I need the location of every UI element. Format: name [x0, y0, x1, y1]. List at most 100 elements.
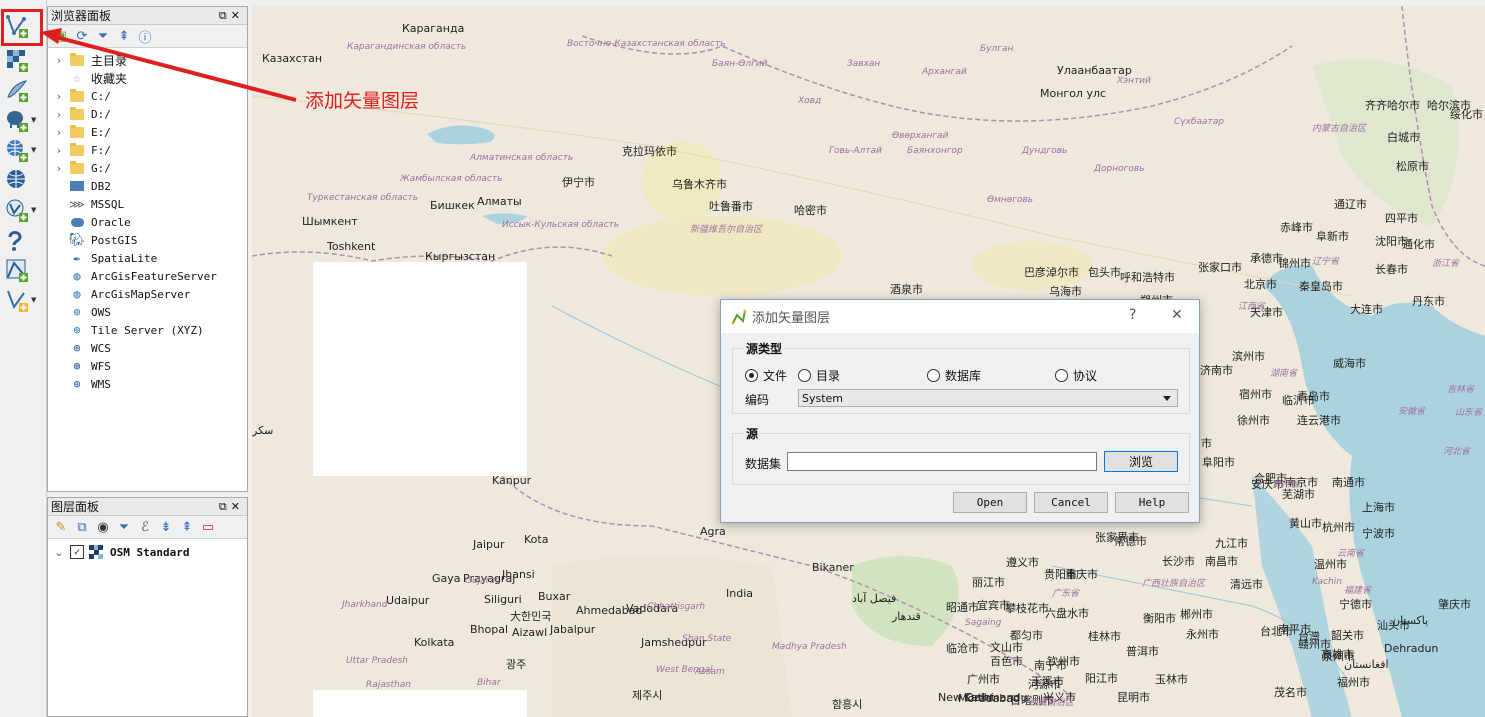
radio-directory[interactable]: 目录: [798, 367, 840, 384]
source-group: 源 数据集 浏览: [732, 425, 1190, 485]
map-label: 徐州市: [1237, 414, 1270, 427]
map-label: 肇庆市: [1438, 598, 1471, 611]
folder-icon: [70, 160, 84, 175]
browser-item[interactable]: › F:/: [48, 141, 247, 159]
add-wfs-icon[interactable]: ▼: [4, 196, 38, 224]
map-label: سکر: [252, 424, 274, 437]
map-label: 贵州省: [1272, 480, 1300, 490]
map-label: Завхан: [847, 59, 881, 69]
map-label: Иссык-Кульская область: [502, 220, 620, 230]
map-label: 丽江市: [972, 576, 1005, 589]
close-icon[interactable]: ✕: [1171, 307, 1183, 323]
browser-item[interactable]: Oracle: [48, 213, 247, 231]
map-label: 攀枝花市: [1005, 602, 1049, 615]
map-label: 云南省: [1337, 549, 1365, 559]
encoding-select[interactable]: System: [798, 389, 1178, 407]
map-label: 韶关市: [1331, 629, 1364, 642]
map-label: 连云港市: [1297, 414, 1341, 427]
radio-dot[interactable]: [745, 369, 758, 382]
map-label: India: [726, 587, 753, 600]
map-label: 함흥시: [832, 698, 863, 711]
expand-all-icon[interactable]: ⇟: [158, 519, 174, 535]
browser-item[interactable]: ⊕ OWS: [48, 303, 247, 321]
radio-protocol[interactable]: 协议: [1055, 367, 1097, 384]
dataset-input[interactable]: [787, 452, 1097, 471]
browser-item[interactable]: ◍ ArcGisFeatureServer: [48, 267, 247, 285]
map-label: 제주시: [632, 689, 663, 702]
new-layer-icon[interactable]: ▼: [4, 286, 38, 314]
browse-button[interactable]: 浏览: [1104, 451, 1178, 472]
browser-item[interactable]: 🐘︎ PostGIS: [48, 231, 247, 249]
ows-icon: ⊕: [73, 305, 81, 319]
float-panel-icon[interactable]: ⧉: [219, 500, 231, 513]
map-label: 浙江省: [1432, 259, 1460, 269]
browser-item[interactable]: ◍ ArcGisMapServer: [48, 285, 247, 303]
layer-checkbox[interactable]: ✓: [70, 545, 84, 559]
add-wcs-icon[interactable]: [4, 166, 38, 194]
map-label: Kota: [524, 533, 549, 546]
map-label: 宁德市: [1339, 598, 1372, 611]
map-label: 巴彦淖尔市: [1024, 266, 1079, 279]
radio-dot[interactable]: [927, 369, 940, 382]
chevron-right-icon[interactable]: ›: [48, 144, 70, 157]
remove-layer-icon[interactable]: ▭: [200, 519, 216, 535]
browser-item[interactable]: ⊕ Tile Server (XYZ): [48, 321, 247, 339]
layer-name: OSM Standard: [110, 545, 190, 559]
map-label: Jaipur: [473, 538, 505, 551]
browser-item[interactable]: ⊕ WMS: [48, 375, 247, 393]
map-label: Баян-Өлгий: [712, 59, 768, 69]
map-label: Siliguri: [484, 593, 522, 606]
browser-item[interactable]: DB2: [48, 177, 247, 195]
encoding-value: System: [802, 391, 844, 405]
map-label: پاکستان: [1392, 614, 1429, 627]
map-label: 临沧市: [946, 642, 979, 655]
radio-label: 目录: [816, 369, 841, 383]
cancel-button[interactable]: Cancel: [1034, 492, 1108, 513]
map-label: 大한민국: [510, 610, 552, 623]
map-label: Jabalpur: [550, 623, 596, 636]
map-label: 福建省: [1344, 586, 1372, 596]
map-label: Хэнтий: [1117, 76, 1151, 86]
collapse-all-icon[interactable]: ⇞: [179, 519, 195, 535]
dialog-title: 添加矢量图层: [752, 311, 831, 326]
radio-dot[interactable]: [798, 369, 811, 382]
browser-item[interactable]: ⋙ MSSQL: [48, 195, 247, 213]
chevron-right-icon[interactable]: ›: [48, 126, 70, 139]
dropdown-arrow-icon[interactable]: [1163, 396, 1171, 401]
radio-file[interactable]: 文件: [745, 367, 787, 384]
browser-item[interactable]: ✒ SpatiaLite: [48, 249, 247, 267]
source-type-group: 源类型 文件 目录 数据库 协议 编码 System: [732, 340, 1190, 414]
add-virtual-layer-icon[interactable]: [4, 226, 38, 254]
visibility-icon[interactable]: ◉: [95, 519, 111, 535]
map-label: 宁波市: [1362, 527, 1395, 540]
map-label: Chhattisgarh: [647, 602, 706, 612]
add-group-icon[interactable]: ⧉: [74, 519, 90, 535]
map-label: Баянхонгор: [907, 146, 963, 156]
filter-legend-icon[interactable]: ⏷: [116, 519, 132, 535]
open-button[interactable]: Open: [953, 492, 1027, 513]
map-label: 伊宁市: [562, 176, 595, 189]
close-panel-icon[interactable]: ✕: [231, 500, 244, 513]
help-icon[interactable]: ?: [1129, 307, 1136, 323]
browser-item[interactable]: › G:/: [48, 159, 247, 177]
expression-filter-icon[interactable]: ℰ: [137, 519, 153, 535]
add-mesh-icon[interactable]: [4, 256, 38, 284]
map-label: 山东省: [1455, 408, 1483, 418]
style-icon[interactable]: ✎: [53, 519, 69, 535]
radio-dot[interactable]: [1055, 369, 1068, 382]
chevron-down-icon[interactable]: ⌄: [48, 546, 70, 559]
browser-item[interactable]: ⊕ WCS: [48, 339, 247, 357]
layer-row[interactable]: ⌄ ✓ OSM Standard: [48, 543, 247, 561]
map-label: 贵阳市: [1044, 568, 1077, 581]
map-label: Говь-Алтай: [829, 146, 882, 156]
layers-panel-header: 图层面板 ⧉✕: [48, 498, 247, 516]
browser-item[interactable]: ⊛ WFS: [48, 357, 247, 375]
chevron-right-icon[interactable]: ›: [48, 162, 70, 175]
browser-item[interactable]: › E:/: [48, 123, 247, 141]
radio-database[interactable]: 数据库: [927, 367, 981, 384]
help-button[interactable]: Help: [1115, 492, 1189, 513]
add-wms-icon[interactable]: ▼: [4, 136, 38, 164]
map-label: 呼和浩特市: [1120, 271, 1175, 284]
browser-item-label: G:/: [91, 161, 111, 175]
map-label: Uttar Pradesh: [346, 656, 409, 666]
